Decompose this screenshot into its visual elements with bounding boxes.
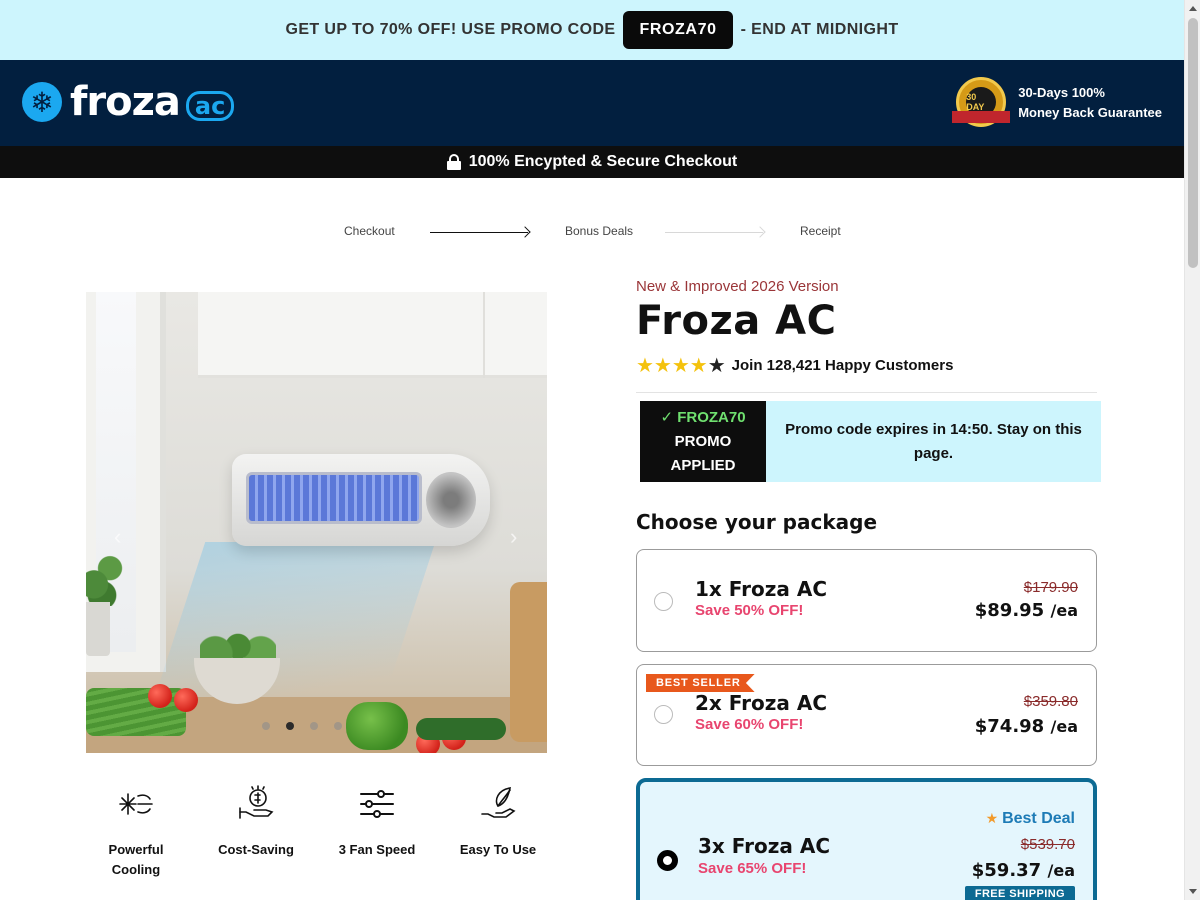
scroll-down-icon[interactable] (1189, 889, 1197, 894)
feature-list: Powerful Cooling Cost-Saving 3 Fan Speed… (86, 782, 547, 882)
feature-label: Easy To Use (459, 842, 537, 857)
promo-text-before: GET UP TO 70% OFF! USE PROMO CODE (285, 21, 616, 38)
secure-checkout-text: 100% Encypted & Secure Checkout (468, 153, 738, 170)
package-save: Save 50% OFF! (695, 602, 804, 619)
promo-applied-box: ✓ FROZA70 PROMO APPLIED Promo code expir… (640, 401, 1101, 482)
divider (636, 392, 1097, 393)
step-receipt: Receipt (800, 224, 841, 238)
guarantee-line-2: Money Back Guarantee (1018, 105, 1162, 120)
package-old-price: $179.90 (1023, 579, 1078, 596)
package-save: Save 60% OFF! (695, 716, 804, 733)
package-radio[interactable] (654, 592, 673, 611)
step-arrow-icon (430, 232, 528, 233)
promo-applied-code: FROZA70 (677, 408, 746, 426)
guarantee-line-1: 30-Days 100% (1018, 85, 1105, 100)
package-option-2[interactable]: BEST SELLER 2x Froza AC Save 60% OFF! $3… (636, 664, 1097, 766)
step-bonus-deals: Bonus Deals (565, 224, 634, 238)
checkout-steps: Checkout Bonus Deals Receipt (0, 222, 1184, 242)
scrollbar-thumb[interactable] (1188, 18, 1198, 268)
gallery-next-button[interactable]: › (510, 524, 517, 550)
star-icon: ★ (985, 810, 1003, 826)
money-hand-icon (234, 782, 278, 826)
promo-banner: GET UP TO 70% OFF! USE PROMO CODE FROZA7… (0, 0, 1184, 60)
snowflake-icon: ❄ (22, 82, 62, 122)
package-price-row: $74.98 /ea (975, 716, 1078, 737)
package-option-3[interactable]: 3x Froza AC Save 65% OFF! ★ Best Deal $5… (636, 778, 1097, 900)
package-name: 3x Froza AC (698, 834, 831, 858)
customer-count: Join 128,421 Happy Customers (731, 357, 954, 374)
package-name: 1x Froza AC (695, 577, 828, 601)
rating-row: ★★★★★ Join 128,421 Happy Customers (636, 353, 953, 378)
gallery-dot[interactable] (262, 722, 270, 730)
package-radio-selected[interactable] (657, 850, 678, 871)
kitchen-cabinet (198, 292, 547, 378)
star-rating-icon: ★★★★★ (636, 355, 726, 377)
package-save: Save 65% OFF! (698, 860, 807, 877)
package-option-1[interactable]: 1x Froza AC Save 50% OFF! $179.90 $89.95… (636, 549, 1097, 652)
step-checkout: Checkout (344, 224, 395, 238)
package-price: $59.37 (971, 860, 1042, 881)
product-image-gallery[interactable]: ‹ › (86, 292, 547, 753)
package-price: $89.95 (974, 600, 1045, 621)
feature-item: Cost-Saving (206, 782, 306, 860)
snowflake-wind-icon (114, 782, 158, 826)
secure-checkout-bar: 100% Encypted & Secure Checkout (0, 146, 1184, 178)
best-deal-text: Best Deal (1002, 810, 1075, 827)
scroll-up-icon[interactable] (1189, 6, 1197, 11)
best-deal-label: ★ Best Deal (986, 810, 1075, 828)
site-header: ❄ froza ac 30 DAY 30-Days 100% Money Bac… (0, 60, 1184, 146)
check-icon: ✓ (660, 408, 678, 426)
gallery-dot-active[interactable] (286, 722, 294, 730)
promo-applied-badge: ✓ FROZA70 PROMO APPLIED (640, 401, 766, 482)
package-price-row: $89.95 /ea (975, 600, 1078, 621)
package-old-price: $539.70 (1020, 836, 1075, 853)
step-arrow-icon (665, 232, 763, 233)
promo-applied-line3: APPLIED (670, 456, 736, 474)
hand-leaf-icon (476, 782, 520, 826)
product-tagline: New & Improved 2026 Version (636, 278, 839, 295)
page-scrollbar[interactable] (1184, 0, 1200, 900)
gallery-dot[interactable] (334, 722, 342, 730)
package-per-unit: /ea (1050, 601, 1079, 620)
froza-ac-unit (232, 454, 490, 546)
promo-expiry-message: Promo code expires in 14:50. Stay on thi… (766, 401, 1101, 482)
promo-code-badge: FROZA70 (623, 11, 733, 49)
feature-item: Powerful Cooling (86, 782, 186, 880)
package-name: 2x Froza AC (695, 691, 828, 715)
logo-wordmark: froza (70, 79, 181, 125)
promo-applied-line2: PROMO (674, 432, 732, 450)
feature-item: Easy To Use (448, 782, 548, 860)
sliders-icon (355, 782, 399, 826)
package-heading: Choose your package (636, 510, 878, 534)
brand-logo[interactable]: ❄ froza ac (22, 79, 235, 125)
package-per-unit: /ea (1050, 717, 1079, 736)
free-shipping-badge: FREE SHIPPING (964, 886, 1075, 900)
package-radio[interactable] (654, 705, 673, 724)
package-price: $74.98 (974, 716, 1045, 737)
feature-label: Cost-Saving (218, 842, 294, 857)
guarantee-seal-icon: 30 DAY (952, 77, 1011, 129)
best-seller-badge: BEST SELLER (646, 674, 755, 692)
lock-icon (446, 154, 461, 170)
money-back-guarantee: 30 DAY 30-Days 100% Money Back Guarantee (952, 77, 1162, 129)
promo-text-after: - END AT MIDNIGHT (740, 21, 899, 38)
gallery-dots (262, 722, 342, 730)
feature-item: 3 Fan Speed (327, 782, 427, 860)
package-price-row: $59.37 /ea (972, 860, 1075, 881)
feature-label: 3 Fan Speed (338, 842, 416, 857)
package-old-price: $359.80 (1023, 693, 1078, 710)
feature-label: Powerful Cooling (108, 842, 164, 877)
package-per-unit: /ea (1047, 861, 1076, 880)
product-title: Froza AC (636, 298, 837, 344)
logo-suffix: ac (185, 91, 235, 121)
gallery-prev-button[interactable]: ‹ (114, 524, 121, 550)
gallery-dot[interactable] (310, 722, 318, 730)
